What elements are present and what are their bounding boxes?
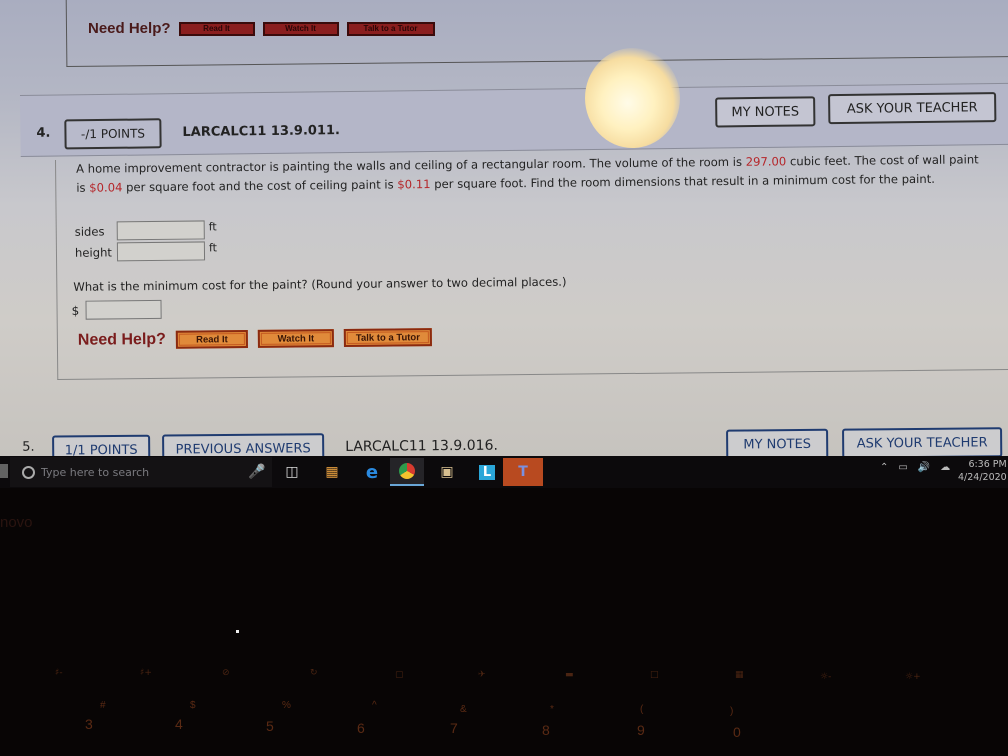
question-4-body: A home improvement contractor is paintin… — [55, 149, 1008, 380]
text-segment: per square foot. Find the room dimension… — [430, 171, 936, 192]
key-8: 8 — [542, 722, 550, 738]
brightness-up-key-icon: ☼+ — [905, 672, 921, 682]
key-0: 0 — [733, 724, 741, 740]
question-code: LARCALC11 13.9.011. — [182, 123, 341, 141]
display-key-icon: ▢ — [395, 670, 404, 680]
wall-cost-value: $0.04 — [89, 180, 123, 195]
currency-symbol: $ — [71, 303, 80, 318]
read-it-button[interactable]: Read It — [175, 329, 248, 349]
key-symbol: % — [282, 700, 291, 711]
battery-icon[interactable]: ▭ — [898, 462, 907, 473]
key-5: 5 — [266, 718, 274, 734]
lock-key-icon: □ — [650, 670, 659, 680]
previous-answers-button[interactable]: PREVIOUS ANSWERS — [162, 433, 325, 458]
height-label: height — [74, 244, 113, 260]
my-notes-button[interactable]: MY NOTES — [726, 428, 829, 458]
refresh-key-icon: ↻ — [310, 668, 318, 678]
points-badge: -/1 POINTS — [64, 118, 162, 150]
key-symbol: ^ — [372, 700, 377, 711]
sides-unit: ft — [208, 220, 217, 234]
microphone-icon[interactable]: 🎤 — [240, 458, 274, 486]
clock-time: 6:36 PM — [968, 459, 1007, 470]
key-symbol: & — [460, 704, 467, 715]
need-help-section: Need Help? Read It Watch It Talk to a Tu… — [78, 328, 432, 350]
browser-screen: Need Help? Read It Watch It Talk to a Tu… — [0, 0, 1008, 458]
ask-your-teacher-button[interactable]: ASK YOUR TEACHER — [842, 427, 1003, 458]
taskbar-search[interactable]: Type here to search — [10, 457, 272, 487]
talk-to-tutor-button[interactable]: Talk to a Tutor — [343, 328, 432, 347]
task-view-icon[interactable]: ◫ — [275, 458, 309, 486]
keyboard: ♯- ♯+ ⊘ ↻ ▢ ✈ ▬ □ ▦ ☼- ☼+ # $ % ^ & * ( … — [0, 660, 1008, 756]
camera-glare — [585, 48, 680, 148]
ask-your-teacher-button[interactable]: ASK YOUR TEACHER — [828, 92, 997, 125]
keyboard-backlight-key-icon: ▬ — [565, 670, 574, 680]
min-cost-input[interactable] — [85, 299, 162, 320]
question-text: A home improvement contractor is paintin… — [76, 150, 991, 198]
edge-icon[interactable]: e — [355, 458, 389, 486]
key-6: 6 — [357, 720, 365, 736]
key-4: 4 — [175, 716, 183, 732]
mute-key-icon: ♯- — [55, 668, 63, 678]
read-it-button[interactable]: Read It — [178, 21, 255, 36]
key-symbol: $ — [190, 700, 196, 711]
volume-up-key-icon: ♯+ — [140, 668, 152, 678]
airplane-key-icon: ✈ — [478, 670, 486, 680]
chevron-up-icon[interactable]: ⌃ — [880, 462, 888, 473]
mic-mute-key-icon: ⊘ — [222, 668, 230, 678]
store-icon[interactable]: ▦ — [315, 458, 349, 486]
chrome-icon[interactable] — [390, 458, 424, 486]
height-row: height ft — [74, 241, 217, 262]
key-symbol: * — [550, 704, 554, 715]
question-4-header: 4. -/1 POINTS LARCALC11 13.9.011. MY NOT… — [20, 82, 1008, 157]
height-input[interactable] — [116, 241, 206, 262]
points-badge: 1/1 POINTS — [52, 434, 151, 458]
need-help-label: Need Help? — [88, 20, 171, 37]
ceiling-cost-value: $0.11 — [397, 177, 431, 192]
height-unit: ft — [208, 241, 217, 255]
clock-date: 4/24/2020 — [958, 472, 1007, 483]
clock[interactable]: 6:36 PM 4/24/2020 — [958, 458, 1007, 484]
start-button[interactable] — [0, 464, 8, 478]
sides-input[interactable] — [116, 220, 205, 241]
question-number: 4. — [36, 125, 51, 141]
need-help-label: Need Help? — [77, 330, 166, 349]
volume-icon[interactable]: 🔊 — [918, 462, 930, 473]
question-number: 5. — [22, 439, 35, 455]
cortana-icon — [22, 465, 35, 479]
search-placeholder: Type here to search — [41, 465, 150, 479]
brightness-down-key-icon: ☼- — [820, 672, 832, 682]
calc-key-icon: ▦ — [735, 670, 744, 680]
previous-need-help: Need Help? Read It Watch It Talk to a Tu… — [88, 20, 435, 37]
teams-icon[interactable]: T — [503, 458, 543, 486]
key-7: 7 — [450, 720, 458, 736]
system-tray: ⌃ ▭ 🔊 ☁ — [880, 462, 950, 473]
brand-logo: novo — [0, 514, 33, 531]
key-9: 9 — [637, 722, 645, 738]
file-explorer-icon[interactable]: ▣ — [430, 458, 464, 486]
sides-row: sides ft — [74, 220, 217, 241]
min-cost-row: $ — [71, 299, 162, 320]
indicator-light — [236, 630, 239, 633]
sides-label: sides — [74, 223, 105, 239]
my-notes-button[interactable]: MY NOTES — [715, 96, 816, 128]
key-symbol: # — [100, 700, 106, 711]
onedrive-icon[interactable]: ☁ — [940, 462, 950, 473]
taskbar: Type here to search 🎤 ◫ ▦ e ▣ L T ⌃ ▭ 🔊 … — [0, 456, 1008, 488]
watch-it-button[interactable]: Watch It — [257, 329, 334, 348]
question-code: LARCALC11 13.9.016. — [345, 437, 498, 455]
talk-to-tutor-button[interactable]: Talk to a Tutor — [346, 21, 435, 36]
volume-value: 297.00 — [745, 154, 787, 169]
text-segment: per square foot and the cost of ceiling … — [122, 177, 398, 195]
min-cost-prompt: What is the minimum cost for the paint? … — [73, 274, 567, 294]
key-symbol: ( — [640, 704, 644, 715]
key-symbol: ) — [730, 706, 734, 717]
watch-it-button[interactable]: Watch It — [262, 21, 339, 36]
question-5-header: 5. 1/1 POINTS PREVIOUS ANSWERS LARCALC11… — [0, 419, 1008, 458]
launcher-l-icon[interactable]: L — [470, 458, 504, 486]
text-segment: A home improvement contractor is paintin… — [76, 154, 746, 176]
key-3: 3 — [85, 716, 93, 732]
